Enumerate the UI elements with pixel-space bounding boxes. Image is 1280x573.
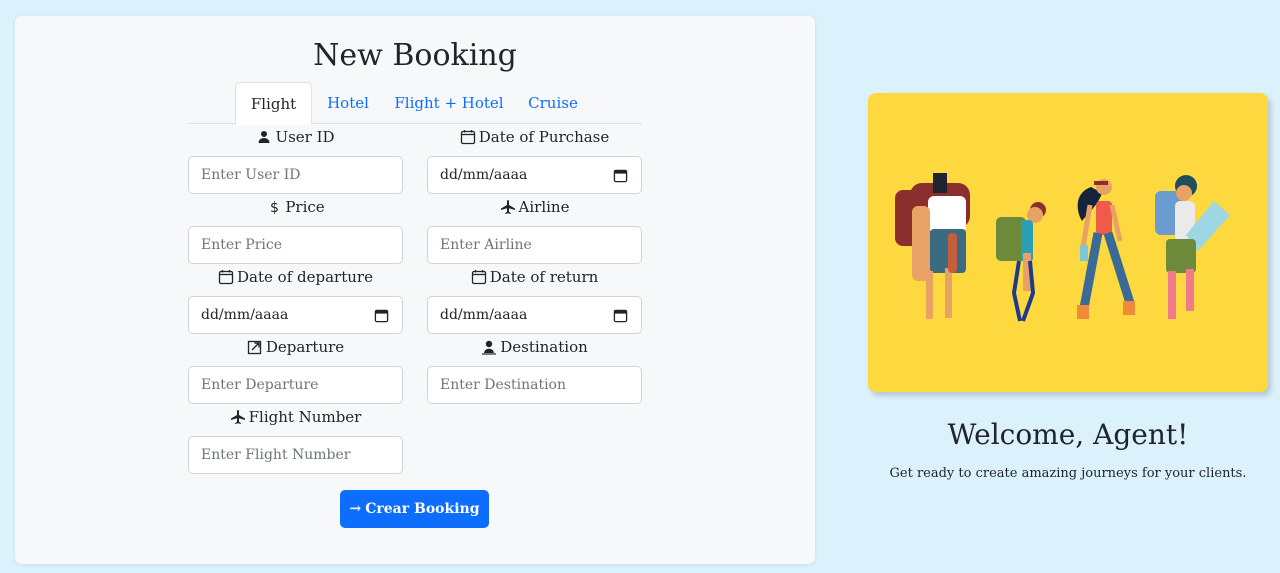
traveler-2-figure	[996, 202, 1046, 322]
departure-input[interactable]	[188, 366, 403, 404]
calendar-picker-icon[interactable]	[613, 308, 628, 323]
welcome-subtitle: Get ready to create amazing journeys for…	[889, 466, 1247, 481]
calendar-picker-icon[interactable]	[374, 308, 389, 323]
destination-label: Destination	[427, 336, 642, 358]
price-label: $ Price	[188, 196, 403, 218]
calendar-icon	[471, 270, 486, 285]
location-user-icon	[482, 340, 497, 355]
date-of-purchase-label: Date of Purchase	[427, 126, 642, 148]
booking-form-card: New Booking Flight Hotel Flight + Hotel …	[15, 16, 815, 564]
traveler-3-figure	[1077, 179, 1135, 319]
airplane-icon	[230, 410, 245, 424]
airline-input[interactable]	[427, 226, 642, 264]
calendar-icon	[218, 270, 234, 285]
traveler-4-figure	[1155, 175, 1230, 319]
price-input[interactable]	[188, 226, 403, 264]
tab-hotel[interactable]: Hotel	[321, 82, 375, 124]
user-id-input[interactable]	[188, 156, 403, 194]
date-of-return-label: Date of return	[427, 266, 642, 288]
date-of-departure-label: Date of departure	[188, 266, 403, 288]
date-of-purchase-input[interactable]: dd/mm/aaaa	[427, 156, 642, 194]
create-booking-button[interactable]: → Crear Booking	[340, 490, 489, 528]
tab-cruise[interactable]: Cruise	[523, 82, 583, 124]
dollar-icon: $	[270, 200, 279, 215]
flight-number-input[interactable]	[188, 436, 403, 474]
departure-icon	[247, 340, 261, 355]
departure-label: Departure	[188, 336, 403, 358]
travelers-illustration	[868, 93, 1268, 392]
date-of-departure-input[interactable]: dd/mm/aaaa	[188, 296, 403, 334]
user-icon	[258, 131, 270, 143]
booking-tabs: Flight Hotel Flight + Hotel Cruise	[188, 82, 642, 125]
calendar-icon	[460, 130, 475, 145]
airplane-icon	[500, 200, 515, 214]
destination-input[interactable]	[427, 366, 642, 404]
user-id-label: User ID	[188, 126, 403, 148]
page-title: New Booking	[313, 38, 517, 73]
tab-flight[interactable]: Flight	[235, 82, 312, 125]
traveler-1-figure	[895, 173, 970, 319]
arrow-right-icon: →	[349, 501, 362, 517]
welcome-title: Welcome, Agent!	[947, 418, 1189, 451]
flight-number-label: Flight Number	[188, 406, 403, 428]
airline-label: Airline	[427, 196, 642, 218]
svg-text:$: $	[270, 200, 279, 215]
date-of-return-input[interactable]: dd/mm/aaaa	[427, 296, 642, 334]
tab-flight-hotel[interactable]: Flight + Hotel	[391, 82, 507, 124]
calendar-picker-icon[interactable]	[613, 168, 628, 183]
